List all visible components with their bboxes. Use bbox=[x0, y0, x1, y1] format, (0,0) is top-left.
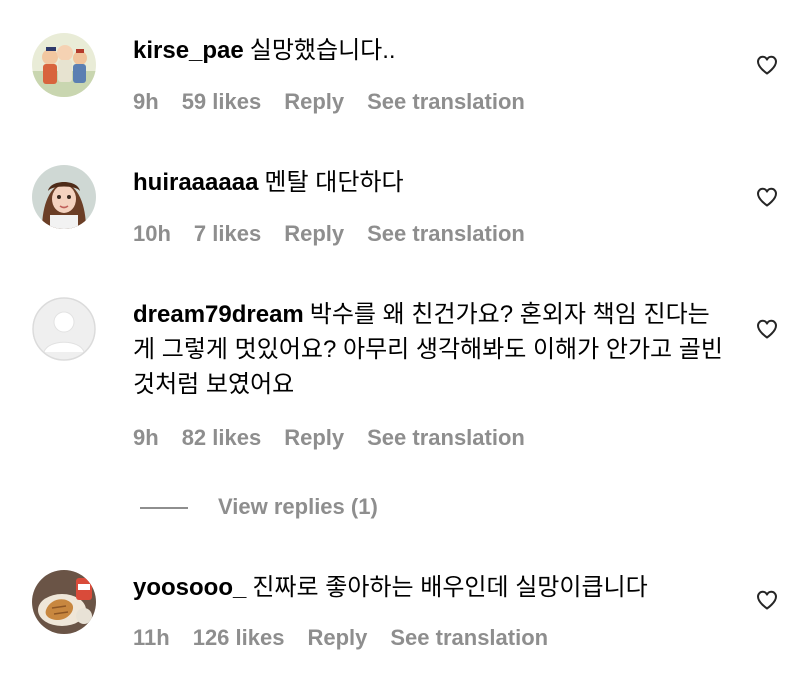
comment-body: huiraaaaaa 멘탈 대단하다 bbox=[133, 165, 723, 200]
reply-button[interactable]: Reply bbox=[307, 625, 367, 650]
comment-text-line: huiraaaaaa 멘탈 대단하다 bbox=[133, 165, 723, 200]
comment-username[interactable]: kirse_pae bbox=[133, 37, 244, 64]
heart-outline-icon[interactable] bbox=[755, 588, 779, 612]
comment-time: 9h bbox=[133, 89, 159, 114]
reply-button[interactable]: Reply bbox=[284, 425, 344, 450]
comment-likes[interactable]: 126 likes bbox=[193, 625, 285, 650]
see-translation-button[interactable]: See translation bbox=[367, 425, 525, 450]
comment-meta: 9h 82 likes Reply See translation bbox=[133, 425, 548, 451]
avatar[interactable] bbox=[32, 297, 96, 361]
reply-button[interactable]: Reply bbox=[284, 89, 344, 114]
view-replies-label: View replies (1) bbox=[218, 494, 378, 519]
avatar-food-icon bbox=[32, 570, 96, 634]
avatar[interactable] bbox=[32, 165, 96, 229]
comment-text: 실망했습니다.. bbox=[249, 37, 396, 64]
comment-username[interactable]: dream79dream bbox=[133, 301, 304, 328]
comment-time: 10h bbox=[133, 221, 171, 246]
avatar[interactable] bbox=[32, 570, 96, 634]
comment-meta: 9h 59 likes Reply See translation bbox=[133, 89, 548, 115]
comment-username[interactable]: huiraaaaaa bbox=[133, 169, 258, 196]
comment-likes[interactable]: 82 likes bbox=[182, 425, 262, 450]
comment-likes[interactable]: 59 likes bbox=[182, 89, 262, 114]
comment-meta: 10h 7 likes Reply See translation bbox=[133, 221, 548, 247]
comment-text: 진짜로 좋아하는 배우인데 실망이큽니다 bbox=[252, 574, 648, 601]
heart-outline-icon[interactable] bbox=[755, 317, 779, 341]
comment-likes[interactable]: 7 likes bbox=[194, 221, 261, 246]
comment-username[interactable]: yoosooo_ bbox=[133, 574, 246, 601]
heart-outline-icon[interactable] bbox=[755, 185, 779, 209]
avatar-illustration-icon bbox=[32, 33, 96, 97]
comment-text: 멘탈 대단하다 bbox=[264, 169, 404, 196]
avatar-portrait-icon bbox=[32, 165, 96, 229]
comment-text-line: yoosooo_ 진짜로 좋아하는 배우인데 실망이큽니다 bbox=[133, 570, 723, 605]
default-avatar-icon bbox=[32, 297, 96, 361]
comment-body: dream79dream 박수를 왜 친건가요? 혼외자 책임 진다는게 그렇게 … bbox=[133, 297, 723, 402]
see-translation-button[interactable]: See translation bbox=[367, 89, 525, 114]
comment-text-line: kirse_pae 실망했습니다.. bbox=[133, 33, 723, 68]
comment-body: yoosooo_ 진짜로 좋아하는 배우인데 실망이큽니다 bbox=[133, 570, 723, 605]
avatar[interactable] bbox=[32, 33, 96, 97]
comment-body: kirse_pae 실망했습니다.. bbox=[133, 33, 723, 68]
comment-time: 11h bbox=[133, 625, 170, 650]
view-replies-divider bbox=[140, 507, 188, 510]
see-translation-button[interactable]: See translation bbox=[367, 221, 525, 246]
comment-time: 9h bbox=[133, 425, 159, 450]
comment-text-line: dream79dream 박수를 왜 친건가요? 혼외자 책임 진다는게 그렇게 … bbox=[133, 297, 723, 402]
comment-meta: 11h 126 likes Reply See translation bbox=[133, 625, 571, 651]
see-translation-button[interactable]: See translation bbox=[390, 625, 548, 650]
heart-outline-icon[interactable] bbox=[755, 53, 779, 77]
reply-button[interactable]: Reply bbox=[284, 221, 344, 246]
view-replies-button[interactable]: View replies (1) bbox=[140, 494, 378, 520]
